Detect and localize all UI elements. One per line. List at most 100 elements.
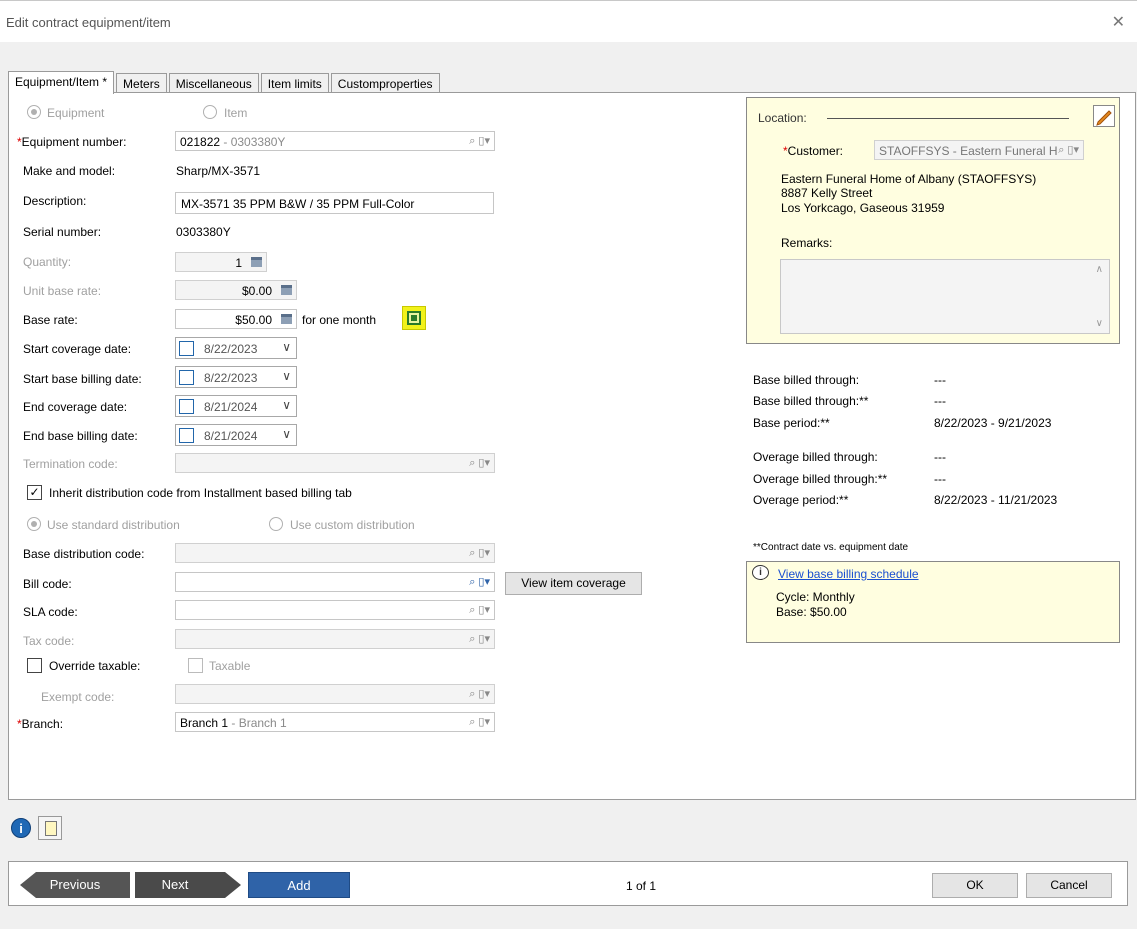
start-base-billing-date-checkbox[interactable] bbox=[179, 370, 194, 385]
sla-code-label: SLA code: bbox=[23, 605, 78, 619]
lookup-icon[interactable]: ⌕ ▯▾ bbox=[469, 134, 490, 148]
tab-equipment-item[interactable]: Equipment/Item * bbox=[8, 71, 115, 94]
tab-custom-properties[interactable]: Customproperties bbox=[330, 73, 440, 94]
tax-code-label: Tax code: bbox=[23, 634, 75, 648]
end-coverage-date-label: End coverage date: bbox=[23, 400, 128, 414]
start-coverage-date-label: Start coverage date: bbox=[23, 342, 132, 356]
title-bar: Edit contract equipment/item ✕ bbox=[0, 0, 1137, 42]
standard-distribution-radio bbox=[27, 517, 41, 531]
custom-distribution-label: Use custom distribution bbox=[290, 518, 415, 532]
lookup-icon[interactable]: ⌕ ▯▾ bbox=[469, 603, 490, 617]
make-model-value: Sharp/MX-3571 bbox=[176, 164, 261, 178]
view-base-billing-schedule-link[interactable]: View base billing schedule bbox=[778, 567, 919, 581]
override-taxable-label: Override taxable: bbox=[49, 659, 141, 673]
sla-code-field[interactable]: ⌕ ▯▾ bbox=[175, 600, 495, 620]
previous-button[interactable]: Previous bbox=[20, 872, 130, 898]
start-coverage-date-picker[interactable]: 8/22/2023 ∨ bbox=[175, 337, 297, 359]
make-model-label: Make and model: bbox=[23, 164, 116, 178]
add-button[interactable]: Add bbox=[248, 872, 350, 898]
date-note: **Contract date vs. equipment date bbox=[753, 542, 909, 553]
chevron-down-icon[interactable]: ∨ bbox=[282, 398, 291, 412]
base-period-label: Base period:** bbox=[753, 416, 830, 430]
address-line-1: Eastern Funeral Home of Albany (STAOFFSY… bbox=[781, 172, 1037, 186]
tab-item-limits[interactable]: Item limits bbox=[260, 73, 329, 94]
calculator-icon[interactable] bbox=[281, 314, 292, 324]
exempt-code-field: ⌕ ▯▾ bbox=[175, 684, 495, 704]
termination-code-label: Termination code: bbox=[23, 457, 118, 471]
exempt-code-label: Exempt code: bbox=[41, 690, 115, 704]
chevron-down-icon[interactable]: ∨ bbox=[282, 340, 291, 354]
end-coverage-date-checkbox[interactable] bbox=[179, 399, 194, 414]
address-line-2: 8887 Kelly Street bbox=[781, 186, 873, 200]
custom-distribution-radio bbox=[269, 517, 283, 531]
serial-number-label: Serial number: bbox=[23, 225, 102, 239]
quantity-label: Quantity: bbox=[23, 255, 72, 269]
page-indicator: 1 of 1 bbox=[626, 879, 657, 893]
end-base-billing-date-checkbox[interactable] bbox=[179, 428, 194, 443]
standard-distribution-label: Use standard distribution bbox=[47, 518, 180, 532]
overage-period-label: Overage period:** bbox=[753, 493, 849, 507]
end-base-billing-date-picker[interactable]: 8/21/2024 ∨ bbox=[175, 424, 297, 446]
location-divider bbox=[827, 118, 1069, 119]
info-icon: i bbox=[752, 565, 769, 580]
next-button[interactable]: Next bbox=[135, 872, 241, 898]
close-icon[interactable]: ✕ bbox=[1112, 12, 1125, 32]
lookup-icon[interactable]: ⌕ ▯▾ bbox=[469, 715, 490, 729]
equipment-number-label: *Equipment number: bbox=[17, 135, 127, 149]
lookup-icon: ⌕ ▯▾ bbox=[469, 547, 490, 559]
equipment-radio[interactable] bbox=[27, 105, 41, 119]
overage-billed-through-contract-label: Overage billed through:** bbox=[753, 472, 888, 486]
equipment-radio-label: Equipment bbox=[47, 106, 105, 120]
equipment-number-field[interactable]: 021822 - 0303380Y ⌕ ▯▾ bbox=[175, 131, 495, 151]
chevron-down-icon[interactable]: ∨ bbox=[282, 369, 291, 383]
cancel-button[interactable]: Cancel bbox=[1026, 873, 1112, 898]
base-distribution-code-field: ⌕ ▯▾ bbox=[175, 543, 495, 563]
edit-pencil-icon[interactable] bbox=[1093, 105, 1115, 127]
override-taxable-checkbox[interactable] bbox=[27, 658, 42, 673]
address-line-3: Los Yorkcago, Gaseous 31959 bbox=[781, 201, 945, 215]
overage-billed-through-contract-value: --- bbox=[934, 472, 946, 486]
tax-code-field: ⌕ ▯▾ bbox=[175, 629, 495, 649]
start-base-billing-date-label: Start base billing date: bbox=[23, 372, 142, 386]
base-text: Base: $50.00 bbox=[776, 605, 847, 619]
start-base-billing-date-picker[interactable]: 8/22/2023 ∨ bbox=[175, 366, 297, 388]
branch-field[interactable]: Branch 1 - Branch 1 ⌕ ▯▾ bbox=[175, 712, 495, 732]
tab-meters[interactable]: Meters bbox=[116, 73, 167, 94]
quantity-field: 1 bbox=[175, 252, 267, 272]
view-item-coverage-button[interactable]: View item coverage bbox=[505, 572, 642, 595]
customer-label: *Customer: bbox=[783, 144, 844, 158]
remarks-label: Remarks: bbox=[781, 236, 833, 250]
bill-code-field[interactable]: ⌕ ▯▾ bbox=[175, 572, 495, 592]
bill-code-label: Bill code: bbox=[23, 577, 72, 591]
billing-schedule-panel: i View base billing schedule Cycle: Mont… bbox=[746, 561, 1120, 643]
lookup-icon: ⌕ ▯▾ bbox=[1058, 144, 1079, 156]
description-label: Description: bbox=[23, 194, 87, 208]
location-label: Location: bbox=[758, 111, 807, 125]
end-base-billing-date-label: End base billing date: bbox=[23, 429, 138, 443]
taxable-label: Taxable bbox=[209, 659, 251, 673]
end-coverage-date-picker[interactable]: 8/21/2024 ∨ bbox=[175, 395, 297, 417]
scroll-up-icon: ∧ bbox=[1095, 264, 1103, 275]
unit-base-rate-field: $0.00 bbox=[175, 280, 297, 300]
ok-button[interactable]: OK bbox=[932, 873, 1018, 898]
inherit-distribution-checkbox[interactable]: ✓ bbox=[27, 485, 42, 500]
start-coverage-date-checkbox[interactable] bbox=[179, 341, 194, 356]
tab-strip: Equipment/Item * Meters Miscellaneous It… bbox=[8, 71, 442, 94]
base-billed-through-value: --- bbox=[934, 373, 946, 387]
remarks-textarea: ∧ ∨ bbox=[780, 259, 1110, 334]
base-rate-label: Base rate: bbox=[23, 313, 78, 327]
base-period-value: 8/22/2023 - 9/21/2023 bbox=[934, 416, 1052, 430]
item-radio[interactable] bbox=[203, 105, 217, 119]
base-rate-field[interactable]: $50.00 bbox=[175, 309, 297, 329]
notes-icon[interactable] bbox=[38, 816, 62, 840]
rate-calculator-icon[interactable] bbox=[402, 306, 426, 330]
unit-base-rate-label: Unit base rate: bbox=[23, 284, 102, 298]
for-one-month-label: for one month bbox=[302, 313, 377, 327]
info-icon[interactable]: i bbox=[11, 818, 31, 838]
lookup-icon[interactable]: ⌕ ▯▾ bbox=[469, 575, 490, 589]
tab-miscellaneous[interactable]: Miscellaneous bbox=[168, 73, 259, 94]
lookup-icon: ⌕ ▯▾ bbox=[469, 688, 490, 700]
base-distribution-code-label: Base distribution code: bbox=[23, 547, 145, 561]
description-field[interactable]: MX-3571 35 PPM B&W / 35 PPM Full-Color bbox=[175, 192, 494, 214]
chevron-down-icon[interactable]: ∨ bbox=[282, 427, 291, 441]
